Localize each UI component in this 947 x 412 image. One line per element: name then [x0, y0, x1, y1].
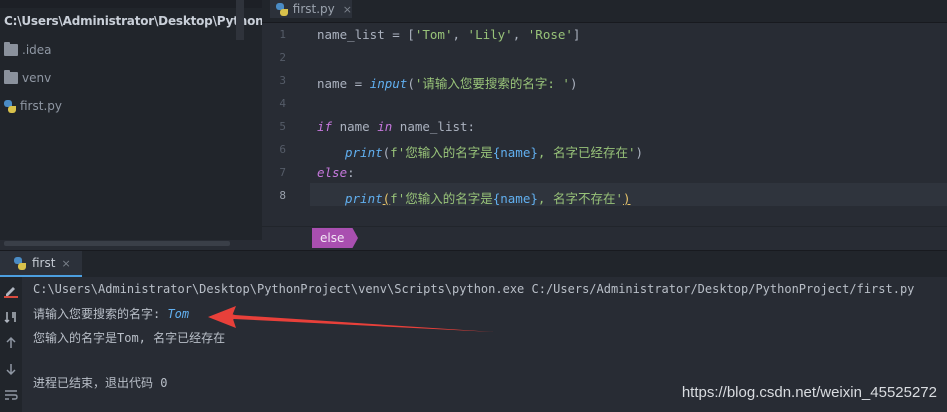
python-file-icon — [4, 99, 16, 113]
code-line-3: name = input('请输入您要搜索的名字: ') — [317, 76, 578, 91]
run-tab-label: first — [32, 256, 56, 270]
console-prompt-line: 请输入您要搜索的名字: Tom — [33, 305, 189, 322]
close-icon[interactable]: × — [343, 3, 352, 16]
line-number: 6 — [279, 143, 286, 156]
line-number: 4 — [279, 97, 286, 110]
code-line-5: if name in name_list: — [317, 119, 476, 134]
run-tab-first[interactable]: first × — [0, 251, 82, 277]
line-number: 7 — [279, 166, 286, 179]
run-tool-window-header: first × — [0, 250, 947, 278]
code-line-7: else: — [317, 165, 355, 180]
console-result-line: 您输入的名字是Tom, 名字已经存在 — [33, 331, 226, 345]
soft-wrap-icon[interactable] — [4, 388, 18, 402]
python-file-icon — [14, 256, 26, 270]
tree-item-idea[interactable]: .idea — [4, 40, 52, 60]
line-number-current: 8 — [279, 189, 286, 202]
sidebar-scrollbar[interactable] — [236, 0, 244, 40]
console-command-line: C:\Users\Administrator\Desktop\PythonPro… — [33, 282, 915, 296]
line-number: 5 — [279, 120, 286, 133]
line-number: 3 — [279, 74, 286, 87]
tree-item-first-py[interactable]: first.py — [4, 96, 62, 116]
arrow-up-icon[interactable] — [4, 336, 18, 350]
folder-icon — [4, 70, 18, 84]
edit-configuration-icon[interactable] — [4, 283, 18, 298]
code-line-6: print(f'您输入的名字是{name}, 名字已经存在') — [345, 145, 643, 160]
console-exit-line: 进程已结束，退出代码 0 — [33, 376, 168, 390]
line-number: 2 — [279, 51, 286, 64]
line-number-gutter: 1 2 3 4 5 6 7 8 — [262, 23, 310, 248]
sidebar-horizontal-scrollbar[interactable] — [4, 241, 230, 246]
tree-item-label: venv — [22, 71, 52, 85]
tree-item-venv[interactable]: venv — [4, 68, 51, 88]
run-toolbar — [0, 277, 22, 412]
tab-first-py[interactable]: first.py × — [270, 0, 352, 18]
watermark-url: https://blog.csdn.net/weixin_45525272 — [681, 384, 937, 401]
arrow-down-icon[interactable] — [4, 362, 18, 376]
code-line-8: print(f'您输入的名字是{name}, 名字不存在') — [345, 191, 631, 206]
editor-breadcrumb-bar: else — [262, 226, 947, 249]
line-number: 1 — [279, 28, 286, 41]
console-prompt: 请输入您要搜索的名字: — [33, 307, 168, 321]
python-file-icon — [276, 2, 288, 16]
code-editor[interactable]: name_list = ['Tom', 'Lily', 'Rose'] name… — [310, 23, 947, 248]
annotation-arrow — [208, 306, 494, 332]
close-icon[interactable]: × — [61, 257, 70, 270]
project-tool-window: C:\Users\Administrator\Desktop\PythonPro… — [0, 0, 262, 240]
tree-item-label: first.py — [20, 99, 62, 113]
tree-item-label: .idea — [22, 43, 52, 57]
sort-icon[interactable] — [4, 310, 18, 324]
project-root-path[interactable]: C:\Users\Administrator\Desktop\PythonPro… — [4, 14, 262, 28]
console-user-input: Tom — [167, 307, 190, 321]
editor-tab-bar: first.py × — [262, 0, 947, 23]
folder-icon — [4, 42, 18, 56]
breadcrumb-else[interactable]: else — [312, 228, 358, 248]
code-line-1: name_list = ['Tom', 'Lily', 'Rose'] — [317, 27, 581, 42]
tab-label: first.py — [292, 2, 335, 16]
sidebar-header — [0, 0, 262, 8]
